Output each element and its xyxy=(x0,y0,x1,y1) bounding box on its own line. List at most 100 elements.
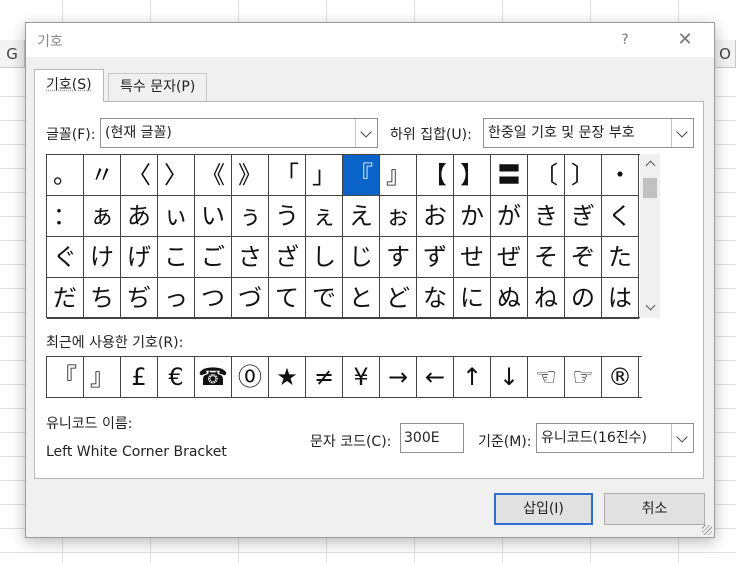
symbol-cell[interactable]: お xyxy=(417,196,454,237)
symbol-cell[interactable]: そ xyxy=(528,237,565,278)
symbol-grid[interactable]: 。〃〈〉《》「」『』【】〓〔〕・ ：ぁあぃいぅうぇえぉおかがきぎくぐけげこごさざし… xyxy=(46,154,640,319)
chevron-down-icon[interactable] xyxy=(355,119,377,147)
tab-special-characters[interactable]: 특수 문자(P) xyxy=(108,73,208,101)
recent-symbol-cell[interactable]: ← xyxy=(417,357,454,397)
symbol-cell[interactable]: 〓 xyxy=(491,155,528,196)
symbol-cell[interactable]: く xyxy=(602,196,639,237)
recent-symbol-cell[interactable]: € xyxy=(158,357,195,397)
symbol-cell[interactable]: が xyxy=(491,196,528,237)
from-select[interactable]: 유니코드(16진수) xyxy=(536,423,694,453)
symbol-cell[interactable]: か xyxy=(454,196,491,237)
help-button[interactable]: ? xyxy=(612,27,638,53)
symbol-cell[interactable]: 】 xyxy=(454,155,491,196)
symbol-cell[interactable]: ぞ xyxy=(565,237,602,278)
symbol-cell[interactable]: こ xyxy=(158,237,195,278)
recent-symbol-cell[interactable]: ☎ xyxy=(195,357,232,397)
symbol-cell[interactable]: ぇ xyxy=(306,196,343,237)
column-header-o[interactable]: O xyxy=(715,40,736,68)
symbol-cell[interactable]: は xyxy=(602,278,639,319)
insert-button[interactable]: 삽입(I) xyxy=(494,493,593,525)
symbol-cell[interactable]: 」 xyxy=(306,155,343,196)
symbol-cell[interactable]: ・ xyxy=(602,155,639,196)
scroll-up-icon[interactable] xyxy=(640,154,660,174)
recent-symbol-cell[interactable]: ⓪ xyxy=(232,357,269,397)
font-select[interactable]: (현재 글꼴) xyxy=(100,118,378,148)
symbol-cell[interactable]: さ xyxy=(232,237,269,278)
symbol-cell[interactable]: ざ xyxy=(269,237,306,278)
symbol-cell[interactable]: 【 xyxy=(417,155,454,196)
symbol-cell[interactable]: い xyxy=(195,196,232,237)
recent-symbol-cell[interactable]: → xyxy=(380,357,417,397)
dialog-titlebar[interactable]: 기호 ? ✕ xyxy=(26,23,714,57)
recent-symbol-cell[interactable]: ≠ xyxy=(306,357,343,397)
recent-symbol-cell[interactable]: ¥ xyxy=(343,357,380,397)
recent-symbols-row[interactable]: 『』 £ € ☎ ⓪ ★ ≠ ¥ → ← ↑ ↓ ☜ ☞ ® xyxy=(46,356,642,398)
chevron-down-icon[interactable] xyxy=(671,119,693,147)
symbol-cell[interactable]: え xyxy=(343,196,380,237)
symbol-cell[interactable]: う xyxy=(269,196,306,237)
recent-symbol-cell[interactable]: ↓ xyxy=(491,357,528,397)
symbol-cell[interactable]: ぜ xyxy=(491,237,528,278)
symbol-cell[interactable]: っ xyxy=(158,278,195,319)
recent-symbol-cell[interactable]: £ xyxy=(121,357,158,397)
character-code-input[interactable]: 300E xyxy=(400,423,464,453)
symbol-cell[interactable]: 〉 xyxy=(158,155,195,196)
symbol-cell[interactable]: 。 xyxy=(47,155,84,196)
scroll-thumb[interactable] xyxy=(643,178,657,198)
symbol-cell[interactable]: ち xyxy=(84,278,121,319)
symbol-cell[interactable]: ぢ xyxy=(121,278,158,319)
symbol-cell[interactable]: 』 xyxy=(380,155,417,196)
column-header-g[interactable]: G xyxy=(0,40,25,68)
symbol-cell[interactable]: で xyxy=(306,278,343,319)
symbol-cell[interactable]: じ xyxy=(343,237,380,278)
symbol-cell[interactable]: ぬ xyxy=(491,278,528,319)
symbol-cell[interactable]: 《 xyxy=(195,155,232,196)
recent-symbol-cell[interactable]: ® xyxy=(602,357,639,397)
tab-symbols[interactable]: 기호(S) xyxy=(34,69,104,102)
symbol-cell[interactable]: ぉ xyxy=(380,196,417,237)
symbol-cell[interactable]: す xyxy=(380,237,417,278)
recent-symbol-cell[interactable]: ↑ xyxy=(454,357,491,397)
subset-select[interactable]: 한중일 기호 및 문장 부호 xyxy=(483,118,694,148)
symbol-cell[interactable]: づ xyxy=(232,278,269,319)
recent-symbol-cell[interactable]: ☜ xyxy=(528,357,565,397)
recent-symbol-cell[interactable]: 』 xyxy=(84,357,121,397)
symbol-cell[interactable]: ど xyxy=(380,278,417,319)
symbol-cell[interactable]: ず xyxy=(417,237,454,278)
recent-symbol-cell[interactable]: 『 xyxy=(47,357,84,397)
symbol-cell[interactable]: 『 xyxy=(343,155,380,196)
symbol-cell[interactable]: の xyxy=(565,278,602,319)
symbol-cell[interactable]: き xyxy=(528,196,565,237)
resize-grip-icon[interactable] xyxy=(702,525,712,535)
symbol-cell[interactable]: 「 xyxy=(269,155,306,196)
symbol-cell[interactable]: ぐ xyxy=(47,237,84,278)
cancel-button[interactable]: 취소 xyxy=(604,493,705,525)
chevron-down-icon[interactable] xyxy=(671,424,693,452)
symbol-cell[interactable]: ぃ xyxy=(158,196,195,237)
symbol-cell[interactable]: げ xyxy=(121,237,158,278)
recent-symbol-cell[interactable]: ★ xyxy=(269,357,306,397)
symbol-cell[interactable]: 》 xyxy=(232,155,269,196)
scroll-down-icon[interactable] xyxy=(640,298,660,318)
recent-symbol-cell[interactable]: ☞ xyxy=(565,357,602,397)
symbol-grid-scrollbar[interactable] xyxy=(640,154,660,318)
symbol-cell[interactable]: な xyxy=(417,278,454,319)
symbol-cell[interactable]: 〃 xyxy=(84,155,121,196)
symbol-cell[interactable]: け xyxy=(84,237,121,278)
symbol-cell[interactable]: と xyxy=(343,278,380,319)
symbol-cell[interactable]: ね xyxy=(528,278,565,319)
symbol-cell[interactable]: ぅ xyxy=(232,196,269,237)
symbol-cell[interactable]: ご xyxy=(195,237,232,278)
symbol-cell[interactable]: ぎ xyxy=(565,196,602,237)
symbol-cell[interactable]: ぁ xyxy=(84,196,121,237)
symbol-cell[interactable]: つ xyxy=(195,278,232,319)
close-button[interactable]: ✕ xyxy=(670,27,700,53)
symbol-cell[interactable]: 〔 xyxy=(528,155,565,196)
symbol-cell[interactable]: だ xyxy=(47,278,84,319)
symbol-cell[interactable]: ： xyxy=(47,196,84,237)
symbol-cell[interactable]: 〕 xyxy=(565,155,602,196)
symbol-cell[interactable]: せ xyxy=(454,237,491,278)
symbol-cell[interactable]: し xyxy=(306,237,343,278)
symbol-cell[interactable]: に xyxy=(454,278,491,319)
symbol-cell[interactable]: た xyxy=(602,237,639,278)
